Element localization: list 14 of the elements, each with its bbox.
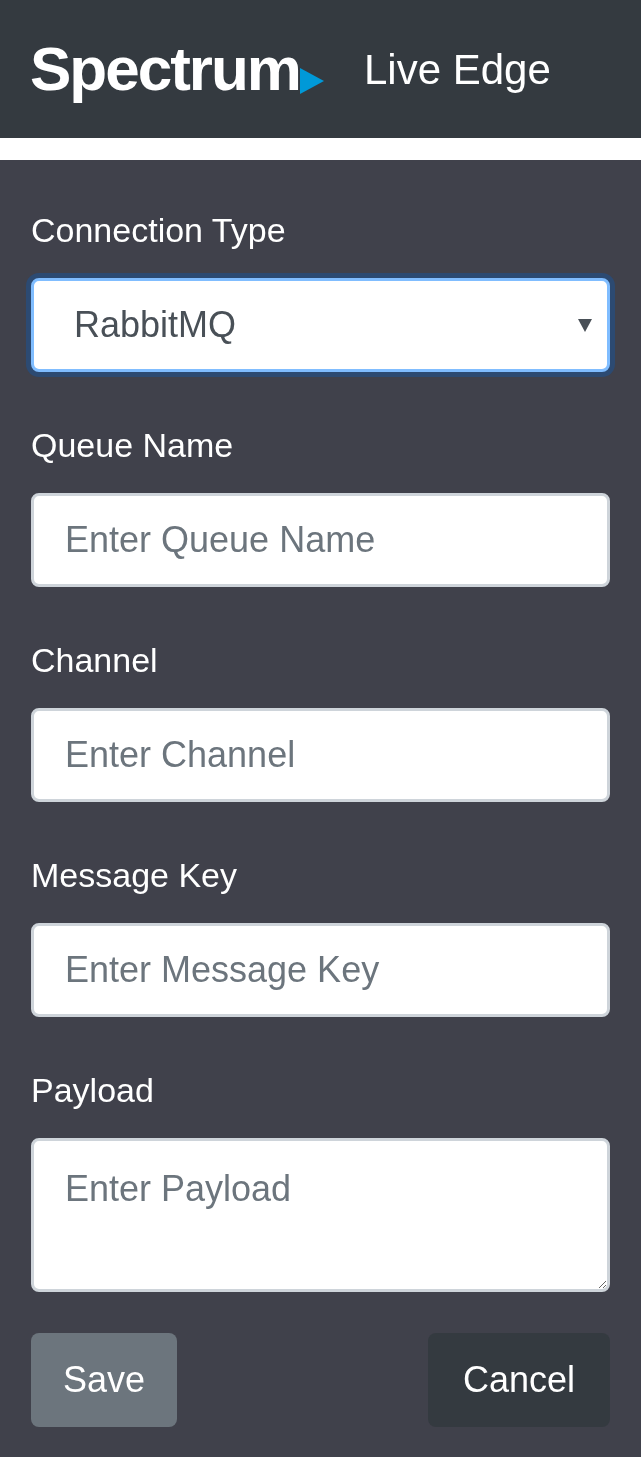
- field-label: Queue Name: [31, 425, 235, 466]
- app-title: Live Edge: [363, 44, 551, 95]
- payload-textarea-field[interactable]: Enter Payload: [31, 1138, 610, 1292]
- text-input-field[interactable]: Enter Channel: [31, 708, 610, 802]
- field-label: Message Key: [31, 855, 238, 896]
- text-input-field[interactable]: Enter Message Key: [31, 923, 610, 1017]
- text-input-field[interactable]: Enter Queue Name: [31, 493, 610, 587]
- dropdown-caret-icon: [577, 317, 593, 333]
- field-label: Payload: [31, 1070, 155, 1111]
- field-label: Channel: [31, 640, 159, 681]
- triangle-icon: [299, 68, 324, 94]
- field-label: Connection Type: [31, 210, 287, 251]
- save-button[interactable]: Save: [31, 1333, 177, 1427]
- cancel-button[interactable]: Cancel: [428, 1333, 610, 1427]
